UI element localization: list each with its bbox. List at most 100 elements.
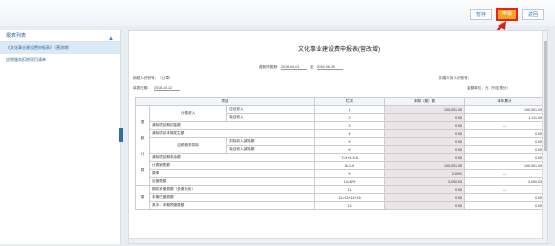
- row-label: 本期已缴费额: [149, 193, 315, 202]
- graduation-cap-icon: ▲: [108, 36, 114, 42]
- row-sublabel: 扣除收入减除额: [226, 137, 315, 146]
- period-to-label: 至: [309, 65, 314, 69]
- row-label: 减除项目期末余额: [149, 153, 315, 162]
- row-ytd: —: [464, 185, 545, 194]
- row-line: 7=3+4-5-6: [314, 153, 385, 162]
- row-current-input[interactable]: 0.00: [384, 185, 465, 194]
- table-row: 其中：本期预缴费额 13 0.00 0.00: [136, 201, 545, 210]
- scrollbar-thumb[interactable]: [544, 41, 547, 151]
- row-current-input[interactable]: 100,001.00: [384, 161, 465, 170]
- row-ytd: 1,111.00: [464, 113, 545, 122]
- row-ytd: 0.00: [464, 129, 545, 138]
- row-ytd: 0.00: [464, 137, 545, 146]
- row-ytd: 100,001.00: [464, 161, 545, 170]
- row-sublabel: 免征收入: [226, 113, 315, 122]
- row-current-input[interactable]: 0.00: [384, 201, 465, 210]
- header-line: 栏次: [314, 97, 385, 106]
- row-label: 应税服务扣除: [148, 137, 228, 154]
- table-row: 减除项目期初金额 3 0.00 —: [136, 121, 545, 130]
- table-row: 减除项目本期发生额 4 0.00 0.00: [136, 129, 545, 138]
- row-current-input[interactable]: 3,000.03: [384, 177, 465, 186]
- top-toolbar: 暂存 申报 返回: [0, 0, 555, 26]
- fill-date-row: 填表日期： 2018.10.12: [133, 86, 180, 91]
- row-label: 其中：本期预缴费额: [149, 201, 315, 210]
- sidebar-item-deduction-list[interactable]: 应税服务扣除项目清单: [0, 54, 120, 66]
- taxpayer-id-label: 纳税人识别号：（公章）: [133, 76, 173, 80]
- row-line: 13: [314, 201, 385, 210]
- table-row: 应税服务扣除 扣除收入减除额 5 0.00 0.00: [136, 137, 545, 154]
- header-ytd: 本年累计: [464, 97, 545, 106]
- row-sublabel: 免征收入减除额: [226, 145, 315, 154]
- row-current-input[interactable]: 0.00: [384, 113, 465, 122]
- row-line: 5: [314, 137, 385, 146]
- row-ytd: 0.00: [464, 145, 545, 154]
- period-start-field[interactable]: 2018-04-01: [280, 65, 307, 70]
- table-row: 本期已缴费额 12=13+14+15 0.00 0.00: [136, 193, 545, 202]
- row-current-input[interactable]: 3.00%: [384, 169, 465, 178]
- row-current-input[interactable]: 0.00: [384, 137, 465, 146]
- table-row: 应缴费额 10=8*9 3,000.03 3,000.03: [136, 177, 545, 186]
- sidebar-header: 报表列表 ▲: [0, 30, 120, 42]
- form-panel: 文化事业建设费申报表(营改增) 费款所属期: 2018-04-01 至 2018…: [128, 30, 548, 244]
- table-row: 费 期初未缴费额（多缴为负） 11 0.00 —: [135, 185, 545, 210]
- row-ytd: —: [464, 169, 545, 178]
- row-current-input[interactable]: 0.00: [384, 153, 465, 162]
- row-current-input[interactable]: 0.00: [384, 121, 465, 130]
- row-label: 期初未缴费额（多缴为负）: [149, 185, 315, 194]
- unit-label: 金额单位：元（列至角分）: [467, 86, 511, 90]
- table-header-row: 项目 栏次 本期（期）数 本年累计: [135, 97, 545, 106]
- row-ytd: —: [464, 121, 545, 130]
- section-label: 费 款 计 算: [135, 105, 150, 186]
- row-ytd: 3,000.03: [464, 177, 545, 186]
- row-ytd: 0.00: [464, 153, 545, 162]
- row-line: 3: [314, 121, 385, 130]
- header-item: 项目: [135, 97, 315, 106]
- sidebar-collapse-handle[interactable]: [119, 128, 123, 142]
- header-current: 本期（期）数: [384, 97, 465, 106]
- back-button[interactable]: 返回: [522, 9, 544, 20]
- fill-date-field[interactable]: 2018.10.12: [153, 86, 180, 91]
- row-line: 2: [314, 113, 385, 122]
- row-line: 8=1-5: [314, 161, 385, 170]
- row-line: 1: [314, 105, 385, 114]
- row-label: 应缴费额: [149, 177, 315, 186]
- row-current-input[interactable]: 100,001.00: [384, 105, 465, 114]
- sidebar-title: 报表列表: [6, 33, 27, 39]
- row-line: 9: [314, 169, 385, 178]
- section-char: 款: [140, 135, 145, 140]
- row-line: 12=13+14+15: [314, 193, 385, 202]
- row-ytd: 0.00: [464, 193, 545, 202]
- row-current-input[interactable]: 0.00: [384, 193, 465, 202]
- agent-id-label: 扣缴义务人识别号：: [439, 76, 472, 80]
- row-sublabel: 应征收入: [226, 105, 315, 114]
- section-char: 计: [140, 151, 145, 156]
- row-label: 计费收入: [148, 105, 228, 122]
- row-current-input[interactable]: 0.00: [384, 145, 465, 154]
- row-ytd: 100,001.00: [464, 105, 545, 114]
- row-line: 11: [314, 185, 385, 194]
- row-ytd: 0.00: [464, 201, 545, 210]
- table-row: 费 款 计 算 计费收入 应征收入 1 100,001.00 100,001.0…: [135, 105, 545, 186]
- row-line: 6: [314, 145, 385, 154]
- table-row: 减除项目期末余额 7=3+4-5-6 0.00 0.00: [136, 153, 545, 162]
- vertical-scrollbar[interactable]: [542, 31, 547, 243]
- table-row: 费率 9 3.00% —: [136, 169, 545, 178]
- row-label: 减除项目期初金额: [149, 121, 315, 130]
- section-label: 费: [135, 185, 150, 210]
- row-label: 费率: [149, 169, 315, 178]
- row-label: 减除项目本期发生额: [149, 129, 315, 138]
- section-char: 算: [140, 167, 145, 172]
- fill-date-label: 填表日期：: [133, 86, 151, 90]
- row-current-input[interactable]: 0.00: [384, 129, 465, 138]
- row-line: 4: [314, 129, 385, 138]
- horizontal-scrollbar[interactable]: [129, 238, 544, 243]
- period-end-field[interactable]: 2018-06-30: [316, 65, 343, 70]
- sidebar-item-culture-fee[interactable]: 《文化事业建设费申报表》（营改增）: [0, 42, 120, 54]
- period-label: 费款所属期:: [259, 65, 278, 69]
- save-button[interactable]: 暂存: [470, 9, 492, 20]
- period-row: 费款所属期: 2018-04-01 至 2018-06-30: [259, 65, 343, 70]
- form-title: 文化事业建设费申报表(营改增): [298, 47, 380, 53]
- row-line: 10=8*9: [314, 177, 385, 186]
- fee-table: 项目 栏次 本期（期）数 本年累计 费 款 计 算 计费收入 应征收入 1 10…: [135, 97, 545, 210]
- sidebar: 报表列表 ▲ 《文化事业建设费申报表》（营改增） 应税服务扣除项目清单: [0, 30, 121, 244]
